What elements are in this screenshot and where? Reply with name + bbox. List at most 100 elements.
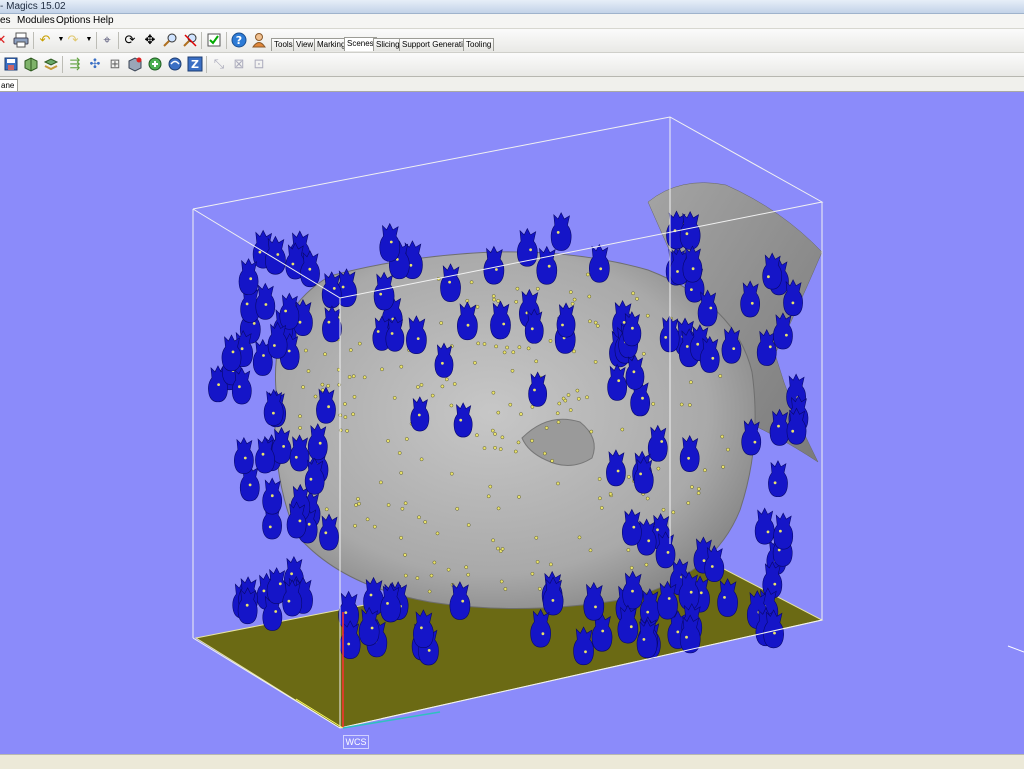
support-point bbox=[667, 597, 671, 600]
support-point bbox=[389, 240, 393, 244]
support-point bbox=[631, 589, 634, 593]
checklist-icon[interactable] bbox=[205, 31, 223, 49]
support-point bbox=[432, 560, 437, 565]
support-point bbox=[696, 342, 700, 346]
puzzle-icon[interactable]: ✣ bbox=[86, 55, 104, 73]
support-point bbox=[352, 395, 357, 399]
support-point bbox=[494, 344, 498, 349]
part-instance bbox=[457, 301, 478, 341]
pick-icon[interactable]: ⌖ bbox=[98, 31, 116, 49]
support-point bbox=[245, 302, 249, 306]
part-instance bbox=[490, 300, 511, 340]
support-point bbox=[326, 383, 331, 388]
support-point bbox=[444, 377, 449, 382]
support-point bbox=[415, 576, 420, 580]
part-instance bbox=[221, 334, 242, 372]
support-point bbox=[482, 446, 487, 450]
snap2-icon[interactable]: ⊠ bbox=[230, 55, 248, 73]
box-icon[interactable] bbox=[126, 55, 144, 73]
save-part-icon[interactable] bbox=[2, 55, 20, 73]
support-point bbox=[416, 385, 420, 389]
tab-view-pane[interactable]: ane bbox=[0, 79, 19, 91]
3d-viewport[interactable]: WCS bbox=[0, 92, 1024, 754]
support-point bbox=[343, 402, 347, 406]
export-icon[interactable] bbox=[22, 55, 40, 73]
zoom-icon[interactable] bbox=[161, 31, 179, 49]
support-point bbox=[519, 412, 523, 416]
support-point bbox=[459, 418, 463, 422]
support-point bbox=[409, 263, 413, 267]
support-point bbox=[555, 411, 560, 416]
user-icon[interactable] bbox=[250, 31, 268, 49]
z-icon[interactable]: Z bbox=[186, 55, 204, 73]
svg-text:?: ? bbox=[236, 34, 242, 47]
support-point bbox=[517, 495, 521, 499]
part-instance bbox=[773, 512, 794, 550]
measure-icon[interactable]: ⊞ bbox=[106, 55, 124, 73]
orient-icon[interactable] bbox=[166, 55, 184, 73]
part-instance bbox=[231, 367, 252, 405]
support-point bbox=[419, 383, 424, 387]
menu-item[interactable]: es bbox=[0, 14, 11, 28]
support-point bbox=[486, 494, 491, 499]
support-point bbox=[642, 351, 646, 356]
support-point bbox=[557, 401, 562, 406]
support-point bbox=[298, 519, 302, 523]
support-point bbox=[598, 496, 602, 501]
part-instance bbox=[542, 576, 564, 616]
move-icon[interactable] bbox=[146, 55, 164, 73]
part-instance bbox=[238, 258, 259, 296]
part-instance bbox=[754, 507, 775, 545]
support-point bbox=[491, 390, 496, 395]
support-point bbox=[386, 602, 389, 605]
support-point bbox=[593, 360, 598, 364]
support-point bbox=[427, 589, 432, 594]
support-point bbox=[399, 471, 404, 475]
part-instance bbox=[358, 606, 380, 646]
part-instance bbox=[267, 321, 288, 359]
support-point bbox=[711, 356, 715, 360]
scenes-toolbar: ⇶ ✣ ⊞ Z ⤡ ⊠ ⊡ bbox=[0, 53, 1024, 77]
support-point bbox=[723, 596, 726, 599]
tab-tools[interactable]: Tools bbox=[271, 38, 296, 51]
support-point bbox=[248, 483, 252, 487]
support-point bbox=[347, 375, 352, 379]
snap3-icon[interactable]: ⊡ bbox=[250, 55, 268, 73]
support-point bbox=[353, 523, 357, 528]
close-icon[interactable]: ✕ bbox=[0, 31, 10, 49]
menu-options[interactable]: Options bbox=[56, 14, 90, 28]
part-instance bbox=[265, 235, 286, 275]
support-point bbox=[245, 603, 249, 607]
support-point bbox=[597, 477, 602, 481]
support-point bbox=[726, 447, 730, 452]
tab-scenes[interactable]: Scenes bbox=[344, 37, 377, 51]
support-point bbox=[505, 345, 509, 350]
tab-view[interactable]: View bbox=[293, 38, 317, 51]
arrange-icon[interactable]: ⇶ bbox=[66, 55, 84, 73]
toolbar-separator bbox=[201, 32, 202, 49]
support-point bbox=[773, 582, 777, 586]
wcs-label: WCS bbox=[343, 735, 369, 749]
tab-tooling[interactable]: Tooling bbox=[463, 38, 495, 51]
import-icon[interactable] bbox=[42, 55, 60, 73]
support-point bbox=[526, 346, 531, 351]
menu-help[interactable]: Help bbox=[93, 14, 114, 28]
support-point bbox=[356, 497, 360, 501]
support-point bbox=[362, 375, 367, 380]
print-icon[interactable] bbox=[12, 31, 30, 49]
support-point bbox=[376, 330, 380, 333]
zoom-out-icon[interactable] bbox=[181, 31, 199, 49]
snap-icon[interactable]: ⤡ bbox=[210, 55, 228, 73]
help-icon[interactable]: ? bbox=[230, 31, 248, 49]
menu-modules[interactable]: Modules bbox=[17, 14, 55, 28]
support-point bbox=[490, 428, 495, 433]
support-point bbox=[430, 393, 435, 398]
support-point bbox=[386, 503, 391, 507]
rotate-icon[interactable]: ⟳ bbox=[121, 31, 139, 49]
support-point bbox=[287, 599, 291, 603]
part-instance bbox=[286, 501, 307, 539]
support-point bbox=[270, 494, 274, 498]
status-bar bbox=[0, 754, 1024, 769]
pan-icon[interactable]: ✥ bbox=[141, 31, 159, 49]
scene-canvas[interactable] bbox=[0, 92, 1024, 754]
